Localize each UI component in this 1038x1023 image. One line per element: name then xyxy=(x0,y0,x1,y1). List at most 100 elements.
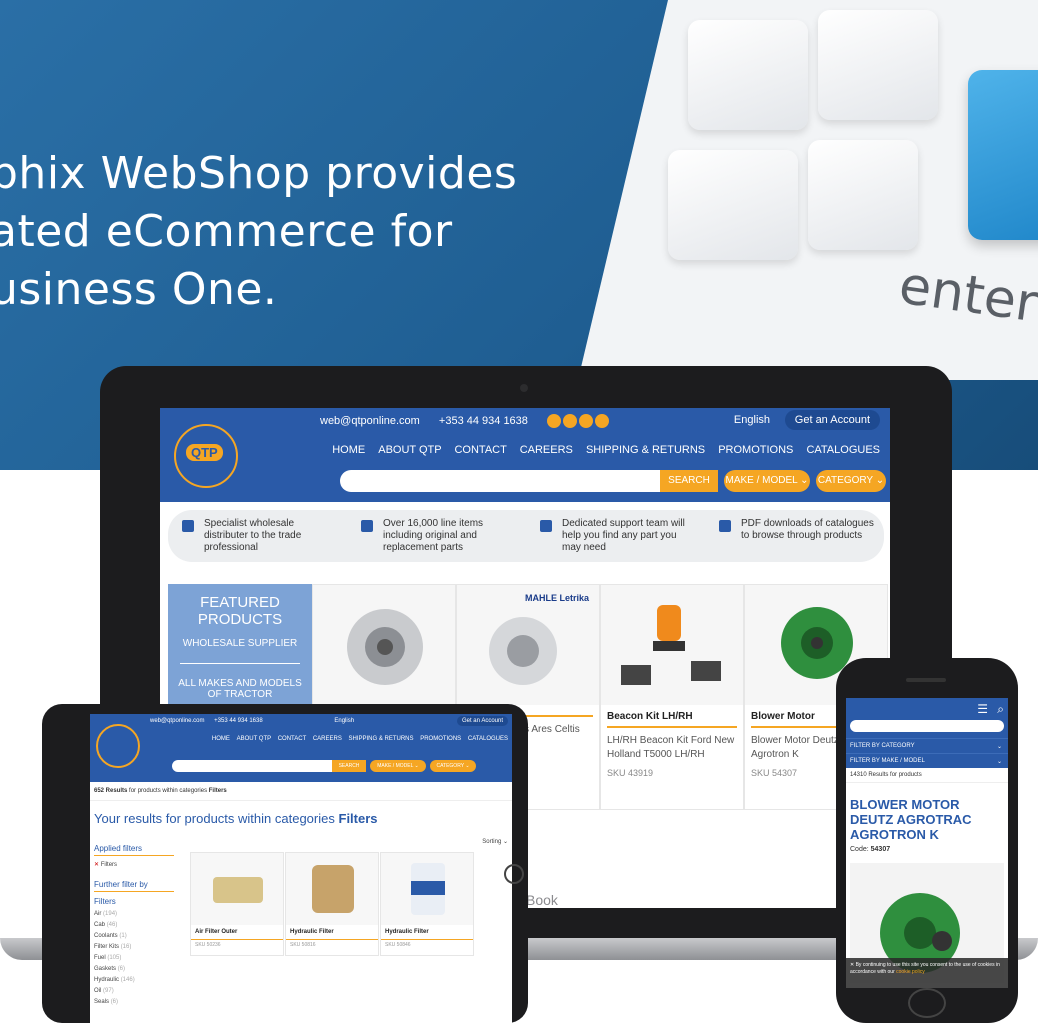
filter-option[interactable]: Hydraulic (146) xyxy=(94,977,174,983)
nav-home[interactable]: HOME xyxy=(332,444,365,456)
product-card[interactable]: Beacon Kit LH/RH LH/RH Beacon Kit Ford N… xyxy=(600,584,744,810)
facebook-icon[interactable] xyxy=(546,414,561,428)
filter-name: Fuel xyxy=(94,955,106,961)
product-desc: LH/RH Beacon Kit Ford New Holland T5000 … xyxy=(607,735,735,760)
filter-name: Air xyxy=(94,911,102,917)
filter-name: Hydraulic xyxy=(94,977,120,983)
product-sku: SKU 50236 xyxy=(195,942,221,948)
close-icon[interactable]: ✕ xyxy=(850,962,854,968)
product-card[interactable]: Hydraulic Filter SKU 50816 xyxy=(285,852,379,956)
nav-catalogues[interactable]: CATALOGUES xyxy=(806,444,880,456)
filter-name: Seals xyxy=(94,999,110,1005)
hydraulic-filter-icon xyxy=(411,863,445,915)
filter-count: (6) xyxy=(110,999,119,1005)
nav-careers[interactable]: CAREERS xyxy=(313,736,342,742)
nav-about[interactable]: ABOUT QTP xyxy=(378,444,441,456)
filter-by-category[interactable]: FILTER BY CATEGORY ⌄ xyxy=(846,738,1008,753)
filter-option[interactable]: Filter Kits (16) xyxy=(94,944,174,950)
chevron-down-icon: ⌄ xyxy=(996,744,1002,750)
alternator-icon xyxy=(347,609,423,685)
phone-link[interactable]: +353 44 934 1638 xyxy=(214,718,263,724)
filter-category-label: FILTER BY CATEGORY xyxy=(850,743,915,749)
search-button[interactable]: SEARCH xyxy=(332,760,366,772)
language-select[interactable]: English xyxy=(334,718,354,724)
qtp-logo[interactable]: QTP xyxy=(174,424,238,488)
phone-home-button[interactable] xyxy=(908,988,946,1018)
twitter-icon[interactable] xyxy=(562,414,577,428)
filter-option[interactable]: Air (194) xyxy=(94,911,174,917)
filter-option[interactable]: Coolants (1) xyxy=(94,933,174,939)
make-model-button[interactable]: MAKE / MODEL ⌄ xyxy=(370,760,426,772)
email-link[interactable]: web@qtponline.com xyxy=(320,415,420,427)
search-input[interactable] xyxy=(850,720,1004,732)
get-account-button[interactable]: Get an Account xyxy=(784,410,880,430)
nav-contact[interactable]: CONTACT xyxy=(454,444,506,456)
product-title: BLOWER MOTOR DEUTZ AGROTRAC AGROTRON K xyxy=(850,797,972,842)
tablet-site-header: web@qtponline.com +353 44 934 1638 Engli… xyxy=(90,714,512,782)
filter-name: Oil xyxy=(94,988,102,994)
make-model-button[interactable]: MAKE / MODEL ⌄ xyxy=(724,470,810,492)
remove-filter-icon[interactable]: ✕ xyxy=(94,862,99,868)
alternator-icon xyxy=(489,617,557,685)
laptop-camera xyxy=(520,384,528,392)
nav-contact[interactable]: CONTACT xyxy=(278,736,306,742)
filter-option[interactable]: Gaskets (6) xyxy=(94,966,174,972)
results-heading: Your results for products within categor… xyxy=(90,801,512,830)
get-account-button[interactable]: Get an Account xyxy=(456,716,508,726)
product-name: Beacon Kit LH/RH xyxy=(607,711,737,728)
enter-key-label: enter xyxy=(895,255,1038,335)
category-button[interactable]: CATEGORY ⌄ xyxy=(816,470,886,492)
hamburger-menu-icon[interactable]: ☰ xyxy=(977,702,988,716)
hero-headline: phix WebShop provides ated eCommerce for… xyxy=(0,145,517,319)
filter-by-make-model[interactable]: FILTER BY MAKE / MODEL ⌄ xyxy=(846,753,1008,768)
phone-site-header: ☰ ⌕ xyxy=(846,698,1008,738)
nav-promotions[interactable]: PROMOTIONS xyxy=(420,736,461,742)
product-card[interactable]: Air Filter Outer SKU 50236 xyxy=(190,852,284,956)
air-filter-icon xyxy=(213,877,263,903)
search-input[interactable] xyxy=(340,470,660,492)
category-button[interactable]: CATEGORY ⌄ xyxy=(430,760,476,772)
email-link[interactable]: web@qtponline.com xyxy=(150,718,204,724)
filter-count: (105) xyxy=(107,955,122,961)
phone-link[interactable]: +353 44 934 1638 xyxy=(439,415,528,427)
product-image-beacon xyxy=(601,585,743,705)
filter-count: (1) xyxy=(119,933,127,939)
filter-option[interactable]: Seals (6) xyxy=(94,999,174,1005)
filter-option[interactable]: Oil (97) xyxy=(94,988,174,994)
applied-filter-item[interactable]: ✕ Filters xyxy=(94,861,174,868)
filter-name: Gaskets xyxy=(94,966,117,972)
youtube-icon[interactable] xyxy=(578,414,593,428)
product-card[interactable]: Hydraulic Filter SKU 50846 xyxy=(380,852,474,956)
nav-shipping[interactable]: SHIPPING & RETURNS xyxy=(586,444,705,456)
search-button[interactable]: SEARCH xyxy=(660,470,718,492)
nav-shipping[interactable]: SHIPPING & RETURNS xyxy=(349,736,414,742)
search-input[interactable] xyxy=(172,760,332,772)
beacon-icon xyxy=(621,605,721,685)
nav-promotions[interactable]: PROMOTIONS xyxy=(718,444,793,456)
tablet-screen: web@qtponline.com +353 44 934 1638 Engli… xyxy=(90,714,512,1023)
filters-title: Filters xyxy=(94,897,116,906)
nav-catalogues[interactable]: CATALOGUES xyxy=(468,736,508,742)
tablet-home-button[interactable] xyxy=(504,864,524,884)
results-filter: Filters xyxy=(208,788,227,794)
filter-option[interactable]: Fuel (105) xyxy=(94,955,174,961)
filter-name: Filter Kits xyxy=(94,944,120,950)
product-image-air-filter xyxy=(191,853,283,925)
linkedin-icon[interactable] xyxy=(594,414,609,428)
sorting-dropdown[interactable]: Sorting ⌄ xyxy=(482,838,508,845)
nav-about[interactable]: ABOUT QTP xyxy=(237,736,271,742)
filter-count: (194) xyxy=(103,911,118,917)
filter-option[interactable]: Cab (46) xyxy=(94,922,174,928)
language-select[interactable]: English xyxy=(734,414,770,426)
nav-careers[interactable]: CAREERS xyxy=(520,444,573,456)
feature-item: Over 16,000 line items including origina… xyxy=(347,510,526,562)
qtp-logo[interactable] xyxy=(96,724,140,768)
tablet-device: web@qtponline.com +353 44 934 1638 Engli… xyxy=(42,704,528,1023)
nav-home[interactable]: HOME xyxy=(212,736,230,742)
filter-sidebar: Applied filters ✕ Filters Further filter… xyxy=(94,840,174,1005)
keyboard-key xyxy=(818,10,938,120)
feature-item: Dedicated support team will help you fin… xyxy=(526,510,705,562)
search-icon[interactable]: ⌕ xyxy=(997,702,1004,717)
heading-bold: Filters xyxy=(338,811,378,826)
cookie-policy-link[interactable]: cookie policy xyxy=(896,969,925,975)
